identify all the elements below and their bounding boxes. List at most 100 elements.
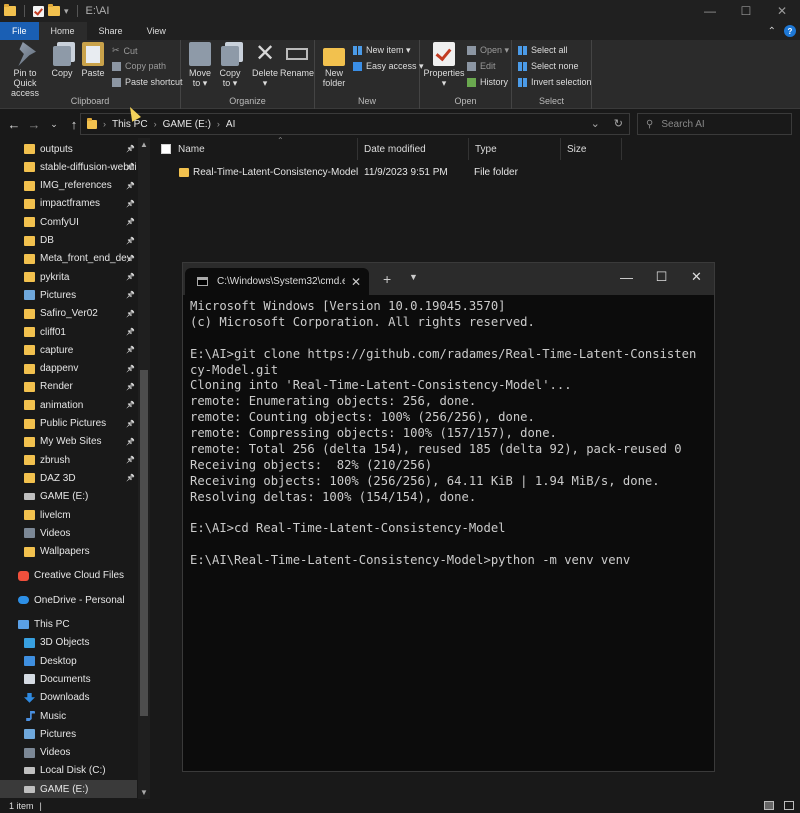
- sidebar-item[interactable]: Meta_front_end_dev 📌: [0, 250, 137, 268]
- scrollbar-thumb[interactable]: [140, 370, 148, 716]
- chevron-down-icon[interactable]: ⌄: [591, 117, 600, 130]
- sidebar-item[interactable]: Pictures: [0, 725, 137, 743]
- column-header-type[interactable]: Type: [469, 138, 561, 160]
- sidebar-item[interactable]: Desktop: [0, 652, 137, 670]
- breadcrumb-game-drive[interactable]: GAME (E:): [163, 119, 211, 130]
- sidebar-item[interactable]: Videos: [0, 524, 137, 542]
- edit-button[interactable]: Edit: [467, 61, 496, 71]
- pin-icon[interactable]: 📌: [126, 420, 135, 428]
- help-icon[interactable]: ?: [784, 25, 796, 37]
- large-icons-view-icon[interactable]: [784, 801, 794, 810]
- sidebar-item[interactable]: DAZ 3D 📌: [0, 469, 137, 487]
- paste-button[interactable]: Paste: [80, 42, 106, 78]
- pin-icon[interactable]: 📌: [126, 383, 135, 391]
- tab-share[interactable]: Share: [87, 22, 135, 40]
- nav-scrollbar[interactable]: ▲ ▼: [138, 138, 150, 799]
- sidebar-item[interactable]: IMG_references 📌: [0, 177, 137, 195]
- search-input[interactable]: ⚲ Search AI: [637, 113, 792, 135]
- sidebar-item[interactable]: Creative Cloud Files: [0, 567, 137, 585]
- sidebar-item[interactable]: Downloads: [0, 689, 137, 707]
- copy-path-button[interactable]: Copy path: [112, 61, 166, 71]
- back-button[interactable]: ←: [6, 117, 22, 132]
- sidebar-item[interactable]: Videos: [0, 744, 137, 762]
- pin-icon[interactable]: 📌: [126, 456, 135, 464]
- pin-icon[interactable]: 📌: [126, 145, 135, 153]
- column-header-date[interactable]: Date modified: [358, 138, 469, 160]
- tab-home[interactable]: Home: [38, 22, 87, 40]
- sidebar-item[interactable]: This PC: [0, 616, 137, 634]
- scroll-down-icon[interactable]: ▼: [138, 788, 150, 797]
- collapse-ribbon-icon[interactable]: ⌃: [768, 26, 776, 37]
- pin-icon[interactable]: 📌: [126, 401, 135, 409]
- details-view-icon[interactable]: [764, 801, 774, 810]
- new-item-button[interactable]: New item ▾: [353, 45, 411, 56]
- tab-file[interactable]: File: [0, 22, 39, 40]
- sidebar-item[interactable]: pykrita 📌: [0, 268, 137, 286]
- move-to-button[interactable]: Move to ▾: [187, 42, 213, 88]
- sidebar-item[interactable]: OneDrive - Personal: [0, 591, 137, 609]
- sidebar-item[interactable]: dappenv 📌: [0, 360, 137, 378]
- recent-locations-button[interactable]: ⌄: [46, 119, 62, 130]
- sidebar-item[interactable]: cliff01 📌: [0, 323, 137, 341]
- minimize-button[interactable]: —: [692, 0, 728, 22]
- sidebar-item[interactable]: GAME (E:): [0, 488, 137, 506]
- chevron-down-icon[interactable]: ▼: [409, 272, 418, 282]
- close-button[interactable]: ✕: [764, 0, 800, 22]
- properties-icon[interactable]: [33, 5, 44, 17]
- pin-icon[interactable]: 📌: [126, 291, 135, 299]
- delete-button[interactable]: ✕ Delete ▾: [251, 42, 279, 89]
- customize-toolbar-icon[interactable]: ▾: [64, 6, 69, 17]
- sidebar-item[interactable]: Wallpapers: [0, 543, 137, 561]
- pin-icon[interactable]: 📌: [126, 273, 135, 281]
- forward-button[interactable]: →: [26, 117, 42, 132]
- new-tab-icon[interactable]: +: [383, 271, 391, 287]
- pin-icon[interactable]: 📌: [126, 200, 135, 208]
- sidebar-item[interactable]: Render 📌: [0, 378, 137, 396]
- sidebar-item[interactable]: Safiro_Ver02 📌: [0, 305, 137, 323]
- sidebar-item[interactable]: Music: [0, 707, 137, 725]
- pin-icon[interactable]: 📌: [126, 163, 135, 171]
- terminal-output[interactable]: Microsoft Windows [Version 10.0.19045.35…: [190, 299, 710, 569]
- sidebar-item[interactable]: ComfyUI 📌: [0, 213, 137, 231]
- pin-icon[interactable]: 📌: [126, 218, 135, 226]
- pin-to-quick-access-button[interactable]: Pin to Quick access: [3, 42, 47, 98]
- properties-button[interactable]: Properties ▾: [423, 42, 465, 88]
- sidebar-item[interactable]: GAME (E:): [0, 780, 137, 799]
- pin-icon[interactable]: 📌: [126, 328, 135, 336]
- pin-icon[interactable]: 📌: [126, 346, 135, 354]
- sidebar-item[interactable]: zbrush 📌: [0, 451, 137, 469]
- paste-shortcut-button[interactable]: Paste shortcut: [112, 77, 183, 87]
- new-folder-button[interactable]: New folder: [321, 42, 347, 88]
- open-button[interactable]: Open ▾: [467, 45, 509, 56]
- terminal-close-button[interactable]: ✕: [679, 263, 714, 291]
- terminal-maximize-button[interactable]: ☐: [644, 263, 679, 291]
- new-folder-icon[interactable]: [48, 4, 60, 16]
- sidebar-item[interactable]: animation 📌: [0, 396, 137, 414]
- sidebar-item[interactable]: impactframes 📌: [0, 195, 137, 213]
- terminal-window[interactable]: C:\Windows\System32\cmd.exe ✕ + ▼ — ☐ ✕ …: [182, 262, 715, 772]
- pin-icon[interactable]: 📌: [126, 365, 135, 373]
- terminal-title-bar[interactable]: C:\Windows\System32\cmd.exe ✕ + ▼ — ☐ ✕: [183, 263, 714, 295]
- column-header-name[interactable]: ⌃ Name: [172, 136, 358, 160]
- sidebar-item[interactable]: stable-diffusion-webui 📌: [0, 158, 137, 176]
- terminal-tab[interactable]: C:\Windows\System32\cmd.exe ✕: [185, 268, 369, 295]
- breadcrumb-this-pc[interactable]: This PC: [112, 119, 148, 130]
- sidebar-item[interactable]: Pictures 📌: [0, 286, 137, 304]
- breadcrumb-ai[interactable]: AI: [226, 119, 235, 130]
- scroll-up-icon[interactable]: ▲: [138, 140, 150, 149]
- pin-icon[interactable]: 📌: [126, 438, 135, 446]
- rename-button[interactable]: Rename: [280, 42, 314, 78]
- sidebar-item[interactable]: Public Pictures 📌: [0, 415, 137, 433]
- select-all-checkbox[interactable]: [161, 144, 171, 154]
- tab-view[interactable]: View: [135, 22, 178, 40]
- column-header-size[interactable]: Size: [561, 138, 622, 160]
- sidebar-item[interactable]: Documents: [0, 670, 137, 688]
- copy-button[interactable]: Copy: [50, 42, 74, 78]
- sidebar-item[interactable]: outputs 📌: [0, 140, 137, 158]
- pin-icon[interactable]: 📌: [126, 474, 135, 482]
- sidebar-item[interactable]: Local Disk (C:): [0, 762, 137, 780]
- close-tab-icon[interactable]: ✕: [351, 275, 361, 289]
- invert-selection-button[interactable]: Invert selection: [518, 77, 592, 87]
- history-button[interactable]: History: [467, 77, 508, 87]
- pin-icon[interactable]: 📌: [126, 310, 135, 318]
